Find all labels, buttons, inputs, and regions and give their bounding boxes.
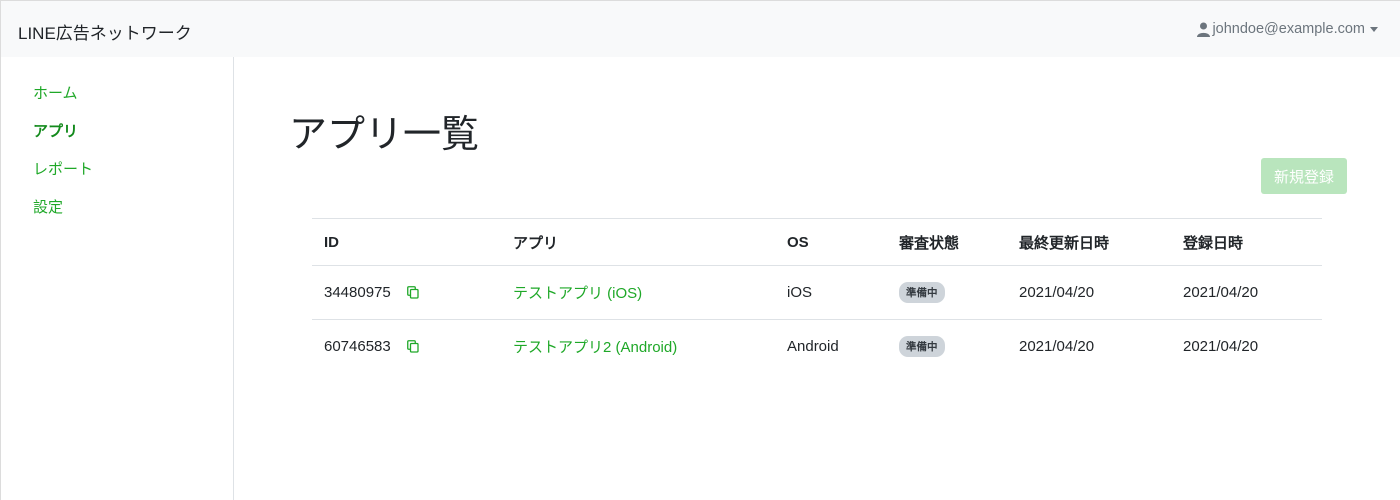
- column-header-os: OS: [775, 218, 887, 266]
- user-email: johndoe@example.com: [1212, 21, 1365, 37]
- sidebar: ホーム アプリ レポート 設定: [0, 57, 234, 500]
- cell-id: 34480975: [312, 265, 501, 320]
- cell-os: Android: [787, 338, 839, 356]
- cell-app: テストアプリ (iOS): [501, 265, 775, 320]
- apps-table: ID アプリ OS 審査状態 最終更新日時 登録日時 34480975 テストア…: [312, 218, 1322, 374]
- status-badge: 準備中: [899, 282, 945, 303]
- app-link[interactable]: テストアプリ (iOS): [513, 285, 642, 302]
- sidebar-item-settings[interactable]: 設定: [33, 196, 63, 217]
- status-badge: 準備中: [899, 336, 945, 358]
- sidebar-item-reports[interactable]: レポート: [33, 158, 93, 179]
- column-header-app: アプリ: [501, 218, 775, 266]
- cell-registered: 2021/04/20: [1171, 265, 1322, 320]
- user-icon: [1197, 22, 1211, 37]
- table-header-row: ID アプリ OS 審査状態 最終更新日時 登録日時: [312, 218, 1322, 266]
- cell-app: テストアプリ2 (Android): [501, 320, 775, 374]
- cell-os: iOS: [775, 265, 887, 320]
- cell-registered: 2021/04/20: [1183, 338, 1259, 356]
- user-menu-dropdown[interactable]: johndoe@example.com: [1197, 21, 1378, 37]
- column-header-last-updated: 最終更新日時: [1007, 218, 1171, 266]
- app-link[interactable]: テストアプリ2 (Android): [513, 339, 677, 356]
- page-title: アプリ一覧: [289, 114, 480, 156]
- cell-review-status: 準備中: [887, 320, 1007, 374]
- sidebar-item-home[interactable]: ホーム: [33, 82, 78, 103]
- column-header-registered: 登録日時: [1171, 218, 1322, 266]
- table-row: 60746583 テストアプリ2 (Android) Android 準備中 2…: [312, 320, 1322, 374]
- new-registration-button[interactable]: 新規登録: [1261, 158, 1347, 194]
- copy-icon[interactable]: [407, 340, 419, 353]
- table-row: 34480975 テストアプリ (iOS) iOS 準備中 2021/04/20…: [312, 265, 1322, 320]
- app-id: 60746583: [324, 338, 391, 356]
- brand-title[interactable]: LINE広告ネットワーク: [18, 19, 192, 44]
- copy-icon[interactable]: [407, 286, 419, 299]
- cell-last-updated: 2021/04/20: [1007, 265, 1171, 320]
- cell-last-updated: 2021/04/20: [1019, 338, 1095, 356]
- cell-review-status: 準備中: [887, 265, 1007, 320]
- app-id: 34480975: [324, 284, 391, 301]
- top-navbar: LINE広告ネットワーク johndoe@example.com: [0, 0, 1400, 57]
- cell-id: 60746583: [312, 320, 501, 374]
- column-header-id: ID: [312, 218, 501, 266]
- sidebar-item-apps[interactable]: アプリ: [33, 120, 78, 141]
- caret-down-icon: [1370, 26, 1378, 32]
- column-header-review-status: 審査状態: [887, 218, 1007, 266]
